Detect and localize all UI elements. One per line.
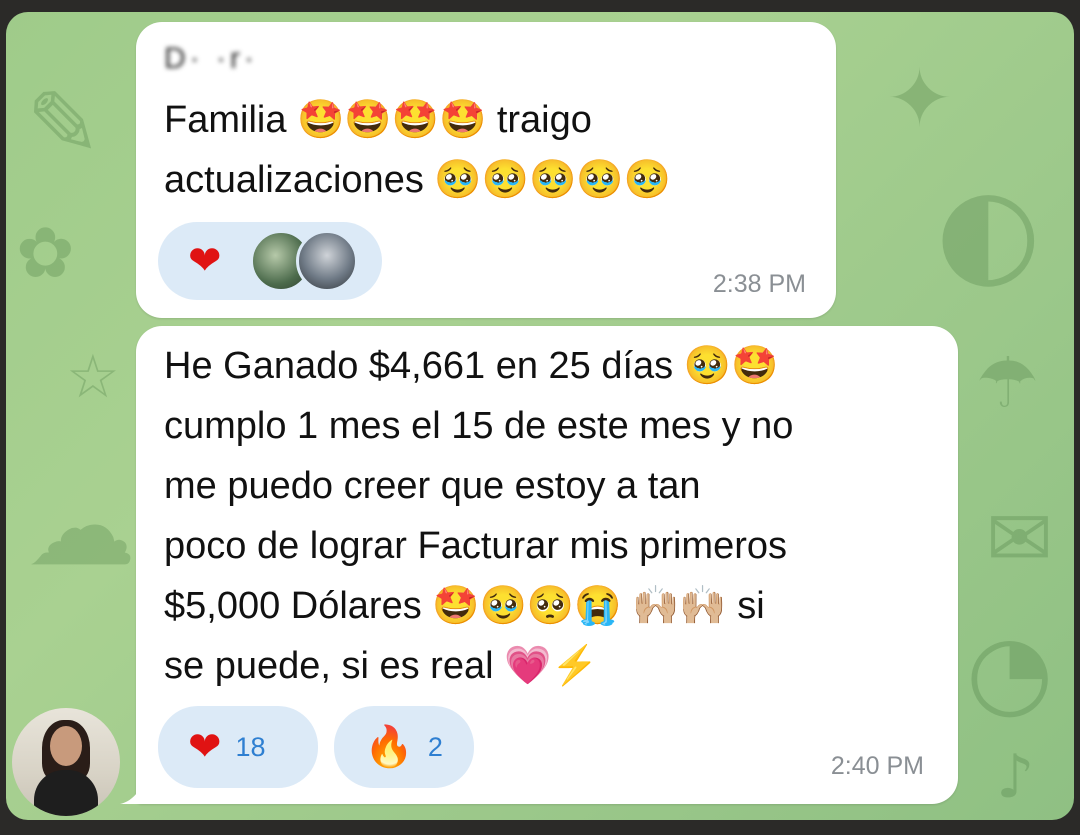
sender-name: D· ·r· <box>164 42 258 75</box>
message-timestamp: 2:38 PM <box>712 270 806 298</box>
reactor-avatar[interactable] <box>296 230 358 292</box>
message-bubble[interactable]: D· ·r· Familia 🤩🤩🤩🤩 traigo actualizacion… <box>136 22 836 318</box>
reaction-fire[interactable]: 🔥 2 <box>334 706 474 788</box>
fire-icon: 🔥 <box>364 724 414 770</box>
reaction-count: 2 <box>427 731 443 762</box>
reaction-heart[interactable]: ❤ 18 <box>158 706 318 788</box>
heart-icon: ❤ <box>188 725 222 769</box>
avatar-body <box>34 770 98 816</box>
reaction-count: 18 <box>235 731 266 762</box>
avatar[interactable] <box>12 708 120 816</box>
reaction-heart[interactable]: ❤ <box>158 222 382 300</box>
message-text: Familia 🤩🤩🤩🤩 traigo actualizaciones 🥹🥹🥹🥹… <box>164 99 671 201</box>
message-timestamp: 2:40 PM <box>830 752 924 780</box>
avatar-face <box>50 726 82 766</box>
message-bubble[interactable]: He Ganado $4,661 en 25 días 🥹🤩 cumplo 1 … <box>136 326 958 804</box>
heart-icon: ❤ <box>188 239 222 283</box>
message-text: He Ganado $4,661 en 25 días 🥹🤩 cumplo 1 … <box>164 345 794 687</box>
